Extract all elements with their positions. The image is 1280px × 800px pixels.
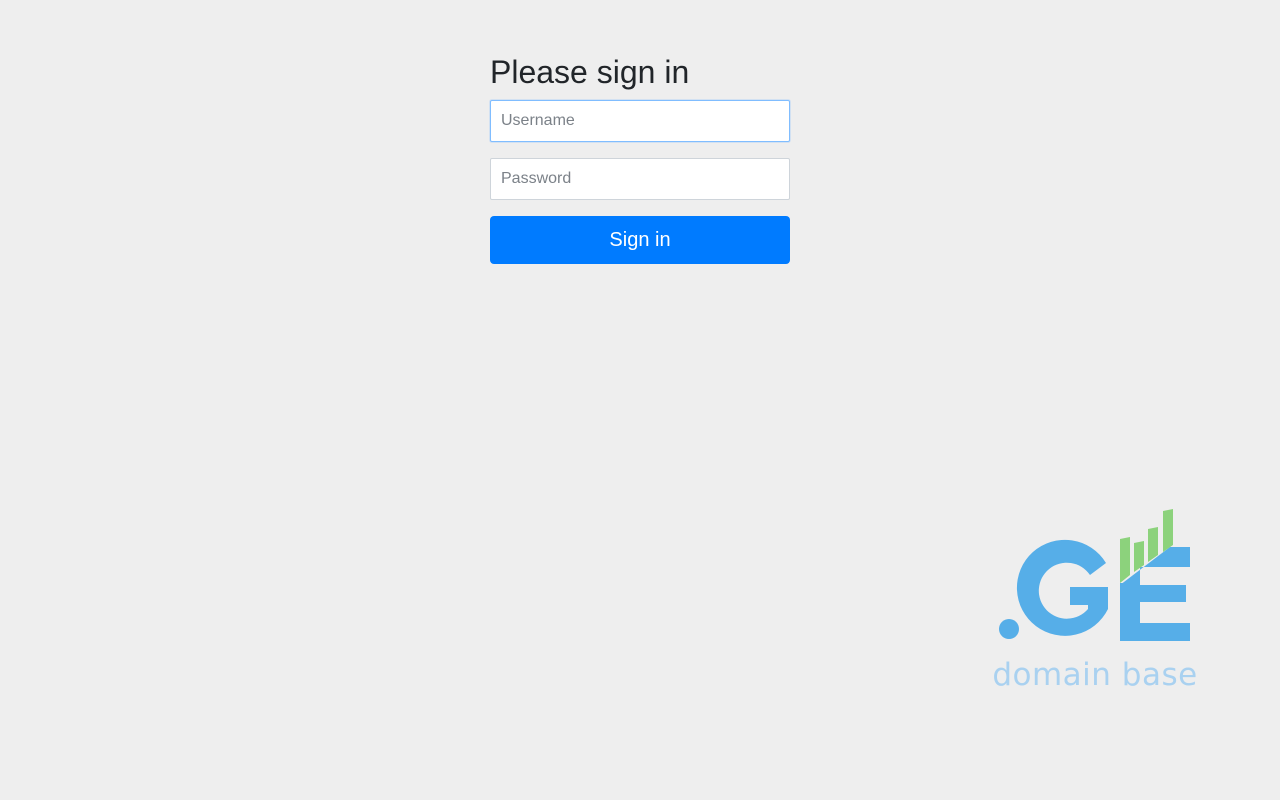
signin-form: Please sign in Sign in bbox=[490, 50, 790, 264]
logo-letter-g bbox=[1016, 539, 1108, 636]
logo-dot bbox=[999, 619, 1019, 639]
domain-base-logo: domain base bbox=[990, 505, 1200, 700]
ge-logo-mark bbox=[999, 509, 1190, 641]
signin-heading: Please sign in bbox=[490, 54, 690, 90]
login-page: Please sign in Sign in bbox=[0, 0, 1280, 800]
logo-letter-e bbox=[1120, 547, 1190, 641]
logo-caption: domain base bbox=[992, 657, 1198, 693]
username-input[interactable] bbox=[490, 100, 790, 142]
logo-bars bbox=[1120, 509, 1173, 583]
password-input[interactable] bbox=[490, 158, 790, 200]
signin-button[interactable]: Sign in bbox=[490, 216, 790, 264]
